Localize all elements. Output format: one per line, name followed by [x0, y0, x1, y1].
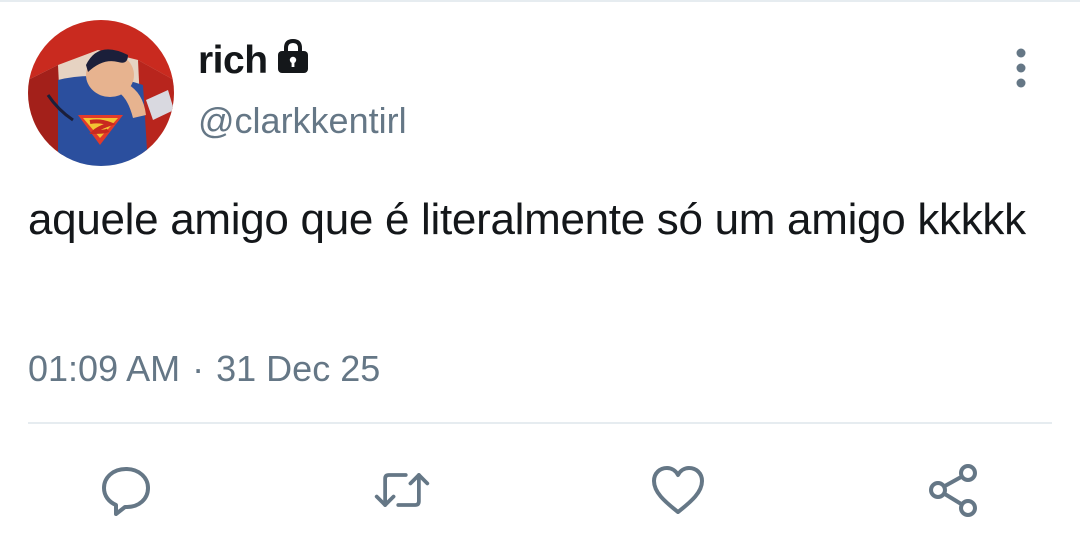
top-divider — [0, 0, 1080, 2]
handle[interactable]: @clarkkentirl — [198, 99, 407, 143]
share-button[interactable] — [924, 460, 984, 520]
like-button[interactable] — [648, 460, 708, 520]
display-name[interactable]: rich — [198, 38, 268, 84]
timestamp[interactable]: 01:09 AM · 31 Dec 25 — [28, 346, 380, 392]
more-options-button[interactable] — [1000, 44, 1042, 92]
more-vertical-icon — [1016, 48, 1026, 88]
comment-icon — [102, 467, 150, 516]
reply-button[interactable] — [96, 460, 156, 520]
superman-avatar-icon — [28, 20, 174, 166]
tweet-time: 01:09 AM — [28, 348, 181, 389]
heart-icon — [652, 466, 704, 514]
retweet-icon — [374, 473, 430, 507]
retweet-button[interactable] — [372, 460, 432, 520]
avatar[interactable] — [28, 20, 174, 166]
lock-icon — [273, 36, 313, 76]
share-icon — [929, 464, 977, 517]
tweet-date: 31 Dec 25 — [216, 348, 381, 389]
timestamp-separator: · — [192, 348, 205, 389]
actions-divider — [28, 422, 1052, 424]
tweet-text: aquele amigo que é literalmente só um am… — [28, 195, 1026, 244]
